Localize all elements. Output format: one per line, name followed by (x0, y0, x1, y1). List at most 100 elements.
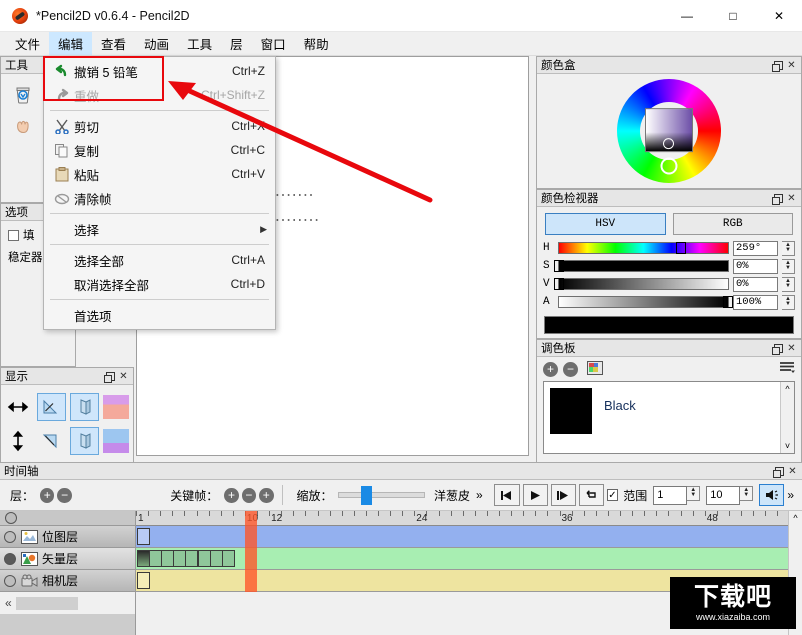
color-wheel-area[interactable] (537, 74, 801, 188)
close-icon[interactable]: ✕ (785, 59, 798, 72)
float-icon[interactable] (773, 465, 786, 478)
mirror-vertical-icon[interactable] (70, 427, 99, 455)
menu-item-编辑[interactable]: 编辑 (49, 32, 92, 55)
palette-scrollbar[interactable]: ^ ˅ (780, 382, 794, 453)
close-button[interactable]: ✕ (756, 0, 802, 32)
visibility-icon[interactable] (4, 553, 16, 565)
palette-swatch[interactable] (550, 388, 592, 434)
zoom-slider[interactable] (338, 492, 425, 498)
layer-row-矢量层[interactable]: 矢量层 (0, 548, 135, 570)
float-icon[interactable] (772, 59, 785, 72)
bucket-tool[interactable] (8, 79, 38, 109)
range-start-spinner[interactable]: ▲▼ (687, 486, 700, 501)
slider-value-H[interactable]: 259° (733, 241, 778, 256)
fill-checkbox[interactable] (8, 230, 19, 241)
slider-handle-H[interactable] (676, 242, 686, 254)
loop-icon[interactable] (579, 484, 604, 506)
keyframe[interactable] (198, 550, 211, 567)
add-color-button[interactable]: + (543, 362, 558, 377)
menu-item-撤销-5-铅笔[interactable]: 撤销 5 铅笔Ctrl+Z (44, 59, 275, 83)
slider-handle-V[interactable] (554, 278, 564, 290)
range-start-field[interactable]: 1 ▲▼ (653, 486, 700, 505)
slider-track-S[interactable] (558, 260, 729, 272)
remove-layer-icon[interactable]: − (57, 488, 71, 503)
hue-cursor[interactable] (661, 158, 678, 175)
previous-frame-icon[interactable] (494, 484, 519, 506)
menu-item-选择全部[interactable]: 选择全部Ctrl+A (44, 248, 275, 272)
menu-item-窗口[interactable]: 窗口 (252, 32, 295, 55)
minimize-button[interactable]: — (664, 0, 710, 32)
menu-item-动画[interactable]: 动画 (135, 32, 178, 55)
slider-track-V[interactable] (558, 278, 729, 290)
float-icon[interactable] (772, 192, 785, 205)
keyframe[interactable] (137, 550, 150, 567)
slider-spinner-S[interactable]: ▲▼ (782, 259, 795, 274)
slider-value-A[interactable]: 100% (733, 295, 778, 310)
flip-horizontal-icon[interactable] (37, 393, 66, 421)
close-icon[interactable]: ✕ (786, 465, 799, 478)
add-layer-icon[interactable]: + (40, 488, 54, 503)
playhead[interactable] (245, 511, 257, 592)
edit-dropdown-menu[interactable]: 撤销 5 铅笔Ctrl+Z重做Ctrl+Shift+Z剪切Ctrl+X复制Ctr… (43, 56, 276, 330)
scroll-thumb[interactable] (16, 597, 78, 610)
slider-track-A[interactable] (558, 296, 729, 308)
layer-track-位图层[interactable] (136, 526, 802, 548)
hsv-mode-button[interactable]: HSV (545, 213, 666, 235)
menu-item-清除帧[interactable]: 清除帧 (44, 186, 275, 210)
keyframe[interactable] (149, 550, 162, 567)
close-icon[interactable]: ✕ (117, 370, 130, 383)
remove-color-button[interactable]: − (563, 362, 578, 377)
menu-item-层[interactable]: 层 (221, 32, 252, 55)
visibility-icon[interactable] (4, 575, 16, 587)
keyframe[interactable] (161, 550, 174, 567)
hamburger-icon[interactable] (779, 361, 795, 377)
zoom-slider-handle[interactable] (361, 486, 372, 505)
rgb-mode-button[interactable]: RGB (673, 213, 794, 235)
keyframe[interactable] (222, 550, 235, 567)
close-icon[interactable]: ✕ (785, 192, 798, 205)
slider-track-H[interactable] (558, 242, 729, 254)
keyframe[interactable] (173, 550, 186, 567)
keyframe[interactable] (137, 528, 150, 545)
slider-spinner-H[interactable]: ▲▼ (782, 241, 795, 256)
menu-item-文件[interactable]: 文件 (6, 32, 49, 55)
hand-tool[interactable] (8, 111, 38, 141)
visibility-icon[interactable] (4, 531, 16, 543)
slider-value-V[interactable]: 0% (733, 277, 778, 292)
keyframe[interactable] (137, 572, 150, 589)
sound-icon[interactable] (759, 484, 784, 506)
scroll-up-icon[interactable]: ^ (785, 384, 789, 394)
float-icon[interactable] (772, 342, 785, 355)
keyframe[interactable] (185, 550, 198, 567)
flip-vertical-icon[interactable] (37, 427, 66, 455)
menu-item-选择[interactable]: 选择▶ (44, 217, 275, 241)
palette-grid-icon[interactable] (587, 361, 603, 378)
layers-collapse-row[interactable]: « (0, 592, 135, 614)
timeline-ruler[interactable]: 11012243648 (136, 511, 802, 526)
float-icon[interactable] (104, 370, 117, 383)
maximize-button[interactable]: □ (710, 0, 756, 32)
slider-value-S[interactable]: 0% (733, 259, 778, 274)
close-icon[interactable]: ✕ (785, 342, 798, 355)
palette-color-list[interactable]: Black ^ ˅ (543, 381, 795, 454)
color-wheel[interactable] (617, 79, 721, 183)
slider-spinner-A[interactable]: ▲▼ (782, 295, 795, 310)
range-start-value[interactable]: 1 (653, 486, 687, 505)
keyframe[interactable] (210, 550, 223, 567)
menu-item-工具[interactable]: 工具 (178, 32, 221, 55)
layer-track-矢量层[interactable] (136, 548, 802, 570)
slider-handle-S[interactable] (554, 260, 564, 272)
play-icon[interactable] (523, 484, 548, 506)
onion-overflow-icon[interactable]: » (476, 488, 483, 502)
menu-item-首选项[interactable]: 首选项 (44, 303, 275, 327)
scroll-up-icon[interactable]: ^ (789, 511, 802, 523)
layer-row-位图层[interactable]: 位图层 (0, 526, 135, 548)
remove-keyframe-icon[interactable]: − (242, 488, 256, 503)
add-keyframe-icon[interactable]: + (224, 488, 238, 503)
menu-item-粘贴[interactable]: 粘贴Ctrl+V (44, 162, 275, 186)
range-end-value[interactable]: 10 (706, 486, 740, 505)
collapse-icon[interactable]: « (5, 596, 12, 610)
menu-item-重做[interactable]: 重做Ctrl+Shift+Z (44, 83, 275, 107)
mirror-horizontal-icon[interactable] (70, 393, 99, 421)
menu-item-帮助[interactable]: 帮助 (295, 32, 338, 55)
